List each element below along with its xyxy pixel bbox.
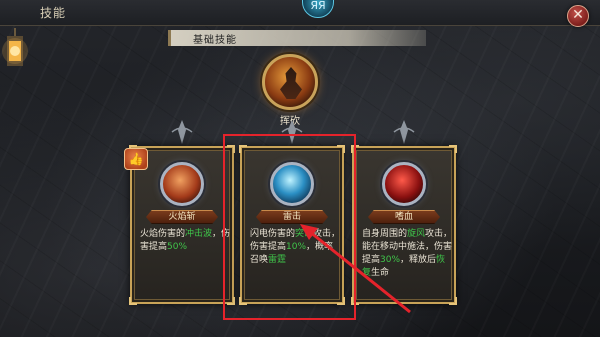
- connector-ornament-icon: [170, 118, 194, 146]
- skill-name: 火焰斩: [146, 210, 218, 224]
- skill-name: 嗜血: [368, 210, 440, 224]
- highlight-text: 旋风: [407, 229, 426, 239]
- blood-vortex-icon: [382, 162, 426, 206]
- desc-text: 生命: [371, 268, 390, 278]
- desc-text: 自身周围的: [362, 229, 408, 239]
- thumbs-up-icon: 👍: [124, 148, 148, 170]
- skill-card-bloodthirst[interactable]: 嗜血 自身周围的旋风攻击，能在移动中施法，伤害提高30%，释放后恢复生命: [351, 145, 457, 305]
- section-title: 基础技能: [193, 35, 237, 46]
- connector-ornament-icon: [392, 118, 416, 146]
- highlight-box: [223, 134, 356, 320]
- skill-description: 自身周围的旋风攻击，能在移动中施法，伤害提高30%，释放后恢复生命: [362, 228, 454, 280]
- section-title-banner: 基础技能: [168, 30, 426, 46]
- skill-description: 火焰伤害的冲击波，伤害提高50%: [140, 228, 232, 254]
- warrior-slash-icon: [280, 67, 302, 99]
- fire-slash-icon: [160, 162, 204, 206]
- main-skill-icon[interactable]: [262, 54, 318, 110]
- close-button[interactable]: ✕: [567, 5, 589, 27]
- highlight-text: 冲击波: [185, 229, 213, 239]
- highlight-text: 30%: [380, 255, 401, 265]
- crest-icon: ЯЯ: [302, 0, 334, 18]
- skill-screen: 技能 ЯЯ ✕ 基础技能 挥砍 火焰斩 火焰伤害的冲击波，伤害提高50% �: [0, 0, 600, 337]
- window-title-bar: 技能 ЯЯ ✕: [0, 0, 600, 27]
- lantern-icon: [2, 28, 28, 80]
- highlight-text: 50%: [167, 242, 188, 252]
- skill-card-fire-slash[interactable]: 火焰斩 火焰伤害的冲击波，伤害提高50%: [129, 145, 235, 305]
- desc-text: 火焰伤害的: [140, 229, 186, 239]
- desc-text: ，释放后: [400, 255, 437, 265]
- window-title: 技能: [40, 6, 67, 20]
